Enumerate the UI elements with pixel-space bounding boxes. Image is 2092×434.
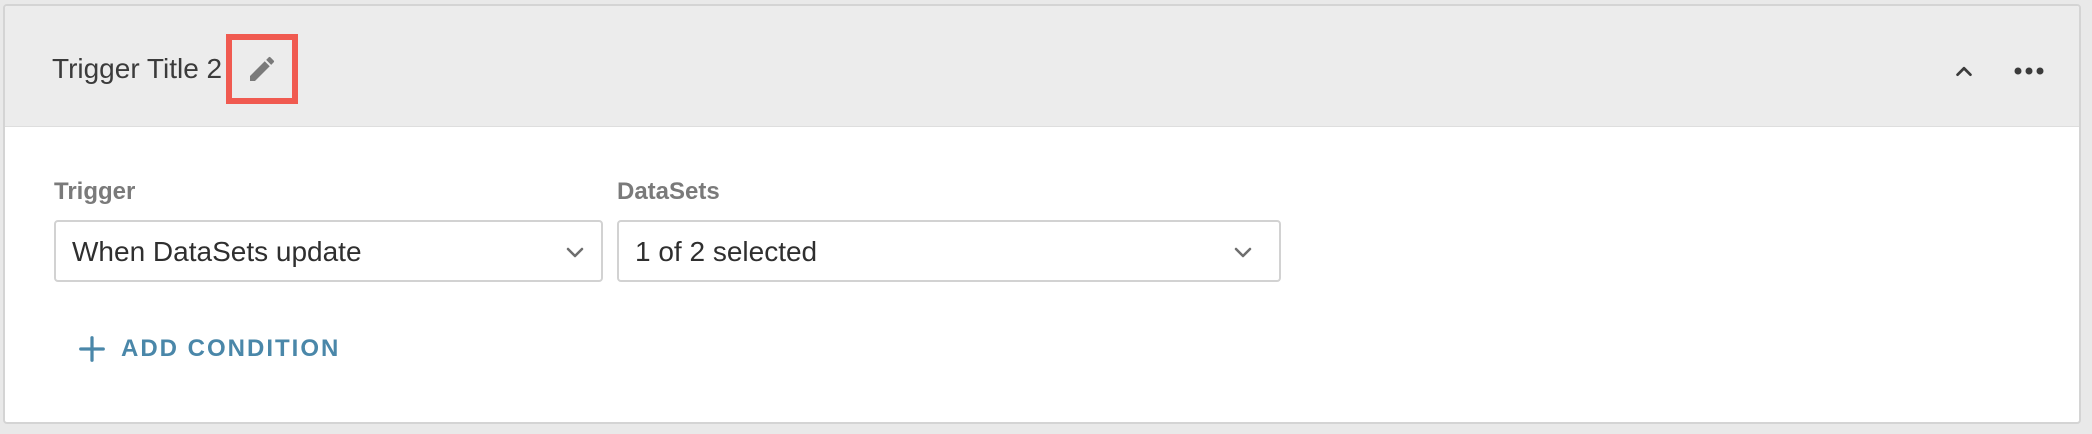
trigger-select-value: When DataSets update	[72, 236, 362, 267]
collapse-button[interactable]	[1946, 53, 1982, 89]
pencil-icon	[250, 56, 275, 81]
add-condition-button[interactable]: ADD CONDITION	[77, 332, 340, 366]
more-options-button[interactable]	[2009, 53, 2049, 89]
plus-icon	[79, 336, 105, 362]
add-condition-label: ADD CONDITION	[121, 335, 341, 362]
chevron-down-icon	[1234, 247, 1252, 258]
datasets-field-label: DataSets	[617, 178, 720, 205]
trigger-card-header: Trigger Title 2	[5, 6, 2079, 127]
chevron-down-icon	[566, 247, 584, 258]
more-horizontal-icon	[2014, 67, 2044, 75]
datasets-select-value: 1 of 2 selected	[635, 236, 818, 267]
trigger-title: Trigger Title 2	[52, 53, 223, 84]
edit-title-button[interactable]	[226, 34, 298, 104]
trigger-select[interactable]: When DataSets update	[54, 220, 603, 282]
datasets-select[interactable]: 1 of 2 selected	[617, 220, 1281, 282]
trigger-card: Trigger Title 2 Trigger When DataSets up…	[3, 4, 2081, 424]
trigger-field-label: Trigger	[54, 178, 136, 205]
chevron-up-icon	[1956, 66, 1972, 77]
